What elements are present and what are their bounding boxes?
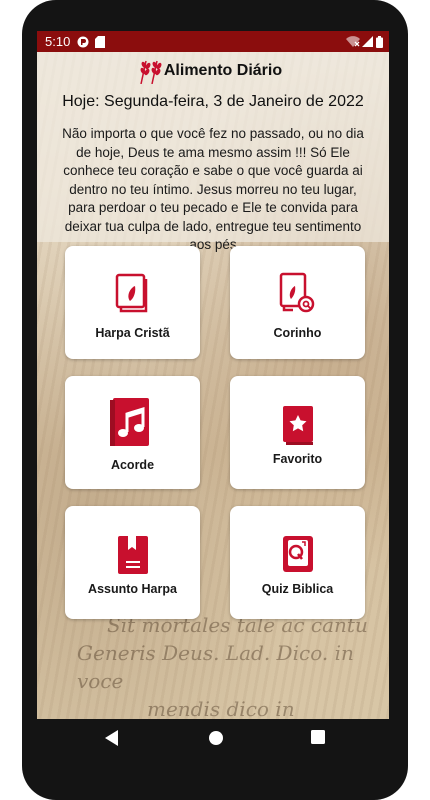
app-title: Alimento Diário bbox=[163, 62, 283, 79]
bookmark-book-icon bbox=[118, 536, 148, 574]
acorde-button[interactable]: Acorde bbox=[65, 376, 200, 489]
corinho-label: Corinho bbox=[273, 326, 322, 340]
recents-icon[interactable] bbox=[311, 730, 325, 744]
book-leaf-icon bbox=[115, 273, 148, 313]
status-time: 5:10 bbox=[45, 34, 71, 49]
background-script-texture: Sit mortales tale ac cantu Generis Deus.… bbox=[77, 613, 368, 719]
favorito-label: Favorito bbox=[272, 452, 323, 466]
star-book-icon bbox=[283, 406, 313, 445]
navigation-bar bbox=[22, 720, 408, 760]
acorde-label: Acorde bbox=[110, 458, 155, 472]
home-icon[interactable] bbox=[208, 730, 224, 746]
quiz-icon bbox=[283, 536, 313, 572]
status-bar: 5:10 bbox=[37, 31, 389, 52]
daily-message: Não importa o que você fez no passado, o… bbox=[62, 126, 364, 252]
harpa-crista-label: Harpa Cristã bbox=[95, 326, 170, 340]
book-search-icon bbox=[279, 272, 315, 313]
today-date: Hoje: Segunda-feira, 3 de Janeiro de 202… bbox=[62, 93, 364, 110]
music-book-icon bbox=[110, 398, 149, 446]
quiz-biblica-button[interactable]: Quiz Biblica bbox=[230, 506, 365, 619]
assunto-harpa-button[interactable]: Assunto Harpa bbox=[65, 506, 200, 619]
assunto-harpa-label: Assunto Harpa bbox=[88, 582, 177, 596]
wifi-icon bbox=[346, 36, 360, 47]
battery-icon bbox=[376, 36, 383, 48]
app-screen: Sit mortales tale ac cantu Generis Deus.… bbox=[37, 31, 389, 719]
favorito-button[interactable]: Favorito bbox=[230, 376, 365, 489]
sd-card-icon bbox=[95, 36, 105, 48]
corinho-button[interactable]: Corinho bbox=[230, 246, 365, 359]
signal-icon bbox=[362, 36, 373, 47]
harpa-crista-button[interactable]: Harpa Cristã bbox=[65, 246, 200, 359]
back-icon[interactable] bbox=[105, 730, 119, 746]
app-notification-icon bbox=[77, 36, 89, 48]
quiz-biblica-label: Quiz Biblica bbox=[261, 582, 334, 596]
